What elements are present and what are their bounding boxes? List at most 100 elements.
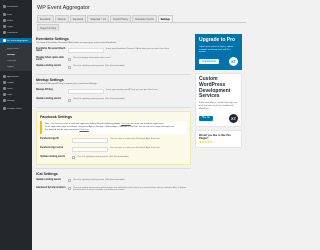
fb-update-help: Check to updating existing events. (Not … bbox=[77, 155, 129, 158]
ticket-option-checkbox[interactable] bbox=[68, 57, 71, 61]
advanced-sync-checkbox[interactable] bbox=[68, 187, 71, 191]
sidebar-item-users[interactable]: Users bbox=[3, 86, 30, 91]
ticket-option-help: Check to display ticket option after eve… bbox=[73, 57, 111, 59]
sidebar-item-plugins[interactable]: Plugins bbox=[3, 80, 30, 85]
upgrade-widget: Upgrade to Pro Unlock more power to impo… bbox=[195, 34, 242, 71]
sidebar-collapse[interactable]: Collapse menu bbox=[3, 106, 30, 111]
fb-update-label: Update existing events bbox=[40, 155, 66, 158]
rate-widget: Would you like to like this Plugin? ★★★★… bbox=[195, 129, 242, 148]
facebook-notice: Note : You have to create a facebook app… bbox=[40, 121, 187, 134]
ical-update-checkbox[interactable] bbox=[68, 179, 71, 183]
sidebar-submenu: Import Events Settings Shortcode Support bbox=[0, 44, 32, 71]
upgrade-now-button[interactable]: Upgrade Now bbox=[199, 59, 220, 65]
sidebar-item-appearance[interactable]: Appearance bbox=[3, 74, 30, 79]
comments-icon bbox=[3, 31, 6, 34]
eventbrite-update-checkbox[interactable] bbox=[68, 65, 71, 69]
sidebar-item-settings[interactable]: Settings bbox=[3, 98, 30, 103]
submenu-support[interactable]: Support bbox=[3, 64, 30, 69]
sidebar-item-posts[interactable]: Posts bbox=[3, 12, 30, 17]
calendar-icon bbox=[3, 39, 6, 42]
notice-rest: to create new facebook application. bbox=[131, 123, 164, 125]
sidebar-item-tools[interactable]: Tools bbox=[3, 92, 30, 97]
nav-tabs-row2: Support & Help bbox=[36, 24, 246, 31]
settings-icon bbox=[3, 99, 6, 102]
posts-icon bbox=[3, 13, 6, 16]
submenu-settings[interactable]: Settings bbox=[3, 52, 30, 57]
nav-tabs: Eventbrite Meetup Facebook iCalendar / .… bbox=[36, 15, 246, 23]
tools-icon bbox=[3, 93, 6, 96]
instructions-link[interactable]: Click here bbox=[79, 129, 88, 131]
tab-meetup[interactable]: Meetup bbox=[54, 15, 69, 22]
sidebar-item-media[interactable]: Media bbox=[3, 18, 30, 23]
submenu-shortcode[interactable]: Shortcode bbox=[3, 58, 30, 63]
media-icon bbox=[3, 19, 6, 22]
meetup-section-title: Meetup Settings bbox=[36, 78, 64, 82]
custom-dev-title: Custom WordPress Development Services bbox=[199, 76, 231, 100]
ical-section-title: iCal Settings bbox=[36, 171, 58, 176]
dashboard-icon bbox=[3, 5, 6, 8]
eventbrite-update-label: Update existing events bbox=[36, 65, 62, 67]
tab-settings[interactable]: Settings bbox=[157, 15, 173, 22]
users-icon bbox=[3, 87, 6, 90]
notice-note: Note : You have to create a facebook app… bbox=[45, 123, 121, 125]
tab-support-help[interactable]: Support & Help bbox=[37, 24, 60, 31]
fb-appid-label: Facebook App ID bbox=[40, 137, 59, 140]
divider bbox=[36, 107, 191, 108]
fb-secret-input[interactable] bbox=[72, 146, 108, 152]
advanced-sync-help: Check to enable advanced synchronization… bbox=[73, 186, 187, 192]
notice-line3: For detailed step by step instructions bbox=[45, 128, 79, 131]
meetup-api-input[interactable] bbox=[68, 89, 104, 94]
sidebar-item-wp-event-aggregator[interactable]: WP Event Aggregator bbox=[0, 38, 32, 43]
rating-stars[interactable]: ★★★★★ bbox=[199, 140, 238, 144]
upgrade-text: Unlock more power to import, update, sch… bbox=[199, 45, 234, 54]
divider bbox=[36, 167, 191, 169]
divider bbox=[36, 74, 191, 75]
advanced-sync-label: Advanced Synchronization bbox=[36, 186, 66, 189]
eventbrite-update-help: Check to updating existing events. (Not … bbox=[73, 65, 125, 67]
facebook-section-title: Facebook Settings bbox=[40, 115, 72, 119]
sidebar-item-dashboard[interactable]: Dashboard bbox=[3, 4, 30, 9]
xt-logo: XT bbox=[229, 113, 238, 123]
eventbrite-token-label: Eventbrite Personal OAuth token bbox=[36, 48, 66, 52]
sidebar-item-comments[interactable]: Comments bbox=[3, 30, 30, 35]
appearance-icon bbox=[3, 75, 6, 78]
custom-dev-widget: Custom WordPress Development Services Fr… bbox=[195, 73, 242, 127]
tab-eventbrite[interactable]: Eventbrite bbox=[37, 15, 54, 22]
fb-secret-label: Facebook App secret bbox=[40, 146, 64, 149]
eventbrite-token-help: Insert your Eventbrite Personal OAuth to… bbox=[106, 48, 170, 50]
meetup-api-label: Meetup API key bbox=[36, 89, 53, 91]
collapse-icon bbox=[3, 107, 6, 110]
upgrade-title: Upgrade to Pro bbox=[199, 37, 236, 43]
tab-import-history[interactable]: Import History bbox=[110, 15, 131, 22]
tab-schedule-imports[interactable]: Schedule Imports bbox=[131, 15, 157, 22]
meetup-update-label: Update existing events bbox=[36, 98, 62, 100]
meetup-api-help: Insert your meetup.com API key you can g… bbox=[106, 89, 159, 91]
fb-update-checkbox[interactable] bbox=[72, 156, 75, 160]
tab-icalendar[interactable]: iCalendar / .ics bbox=[87, 15, 110, 22]
eventbrite-section-title: Eventbrite Settings bbox=[36, 37, 69, 41]
meetup-description: You need a Meetup API key to import your… bbox=[36, 83, 98, 85]
create-app-link[interactable]: Click here bbox=[121, 123, 130, 125]
pages-icon bbox=[3, 25, 6, 28]
eventbrite-description: You need a Eventbrite Personal OAuth tok… bbox=[36, 42, 117, 44]
main-content: WP Event Aggregator Eventbrite Meetup Fa… bbox=[32, 0, 250, 250]
submenu-import-events[interactable]: Import Events bbox=[3, 46, 30, 51]
tab-facebook[interactable]: Facebook bbox=[69, 15, 87, 22]
fb-secret-help: You can view or create your Facebook App… bbox=[110, 146, 160, 149]
ical-update-label: Update existing events bbox=[36, 178, 62, 181]
xt-logo: XT bbox=[229, 57, 238, 67]
eventbrite-token-input[interactable] bbox=[68, 48, 104, 53]
ical-update-help: Check to updating existing events. (Not … bbox=[73, 178, 125, 181]
meetup-update-checkbox[interactable] bbox=[68, 98, 71, 102]
sidebar-item-pages[interactable]: Pages bbox=[3, 24, 30, 29]
settings-form: Eventbrite Settings You need a Eventbrit… bbox=[36, 34, 191, 194]
fb-appid-input[interactable] bbox=[72, 137, 108, 143]
sidebar-widgets: Upgrade to Pro Unlock more power to impo… bbox=[195, 34, 242, 194]
hire-us-button[interactable]: Hire Us bbox=[199, 115, 213, 121]
fb-appid-help: You can view or create your Facebook App… bbox=[110, 137, 160, 140]
ticket-option-label: Display ticket option after event bbox=[36, 57, 65, 61]
page-title: WP Event Aggregator bbox=[37, 5, 90, 11]
admin-sidebar: Dashboard Posts Media Pages Comments WP … bbox=[0, 0, 32, 250]
meetup-update-help: Check to updating existing events. (Not … bbox=[73, 98, 125, 100]
facebook-section: Facebook Settings Note : You have to cre… bbox=[36, 111, 191, 165]
